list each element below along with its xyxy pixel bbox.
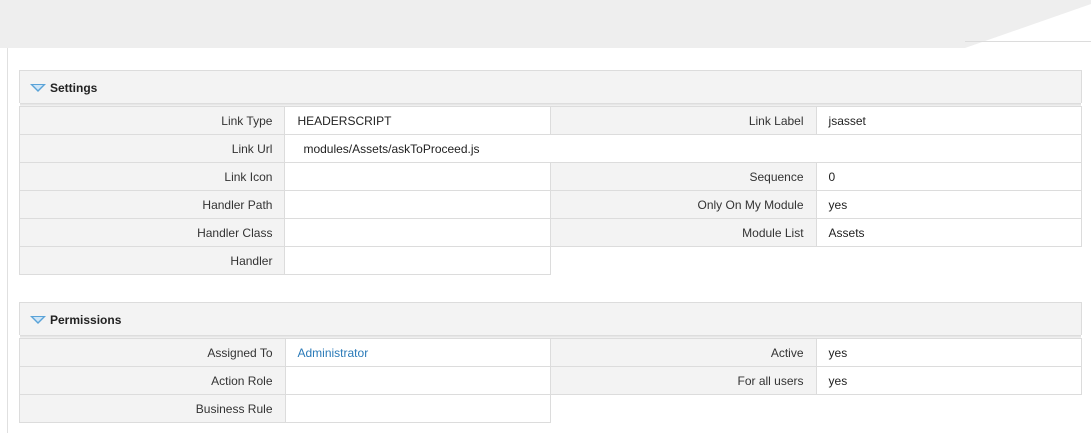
action-role-label: Action Role [19,366,286,395]
business-rule-label: Business Rule [19,394,286,423]
link-label-value: jsasset [815,106,1083,135]
settings-header[interactable]: Settings [19,70,1082,106]
sequence-value: 0 [815,162,1083,191]
for-all-users-label: For all users [550,366,817,395]
module-list-label: Module List [550,218,817,247]
table-row: Handler Class Module List Assets [18,218,1083,247]
permissions-title: Permissions [50,313,122,327]
top-divider [965,41,1091,42]
table-row: Assigned To Administrator Active yes [19,338,1083,367]
link-type-label: Link Type [18,106,286,135]
only-on-my-module-label: Only On My Module [550,190,817,219]
sequence-label: Sequence [550,162,817,191]
action-role-value [284,366,552,395]
top-banner [0,0,1091,48]
empty-cell [551,247,816,275]
left-border [7,48,8,433]
settings-table: Link Type HEADERSCRIPT Link Label jsasse… [18,106,1083,275]
link-url-value: modules/Assets/askToProceed.js [284,134,1082,163]
link-icon-value [284,162,552,191]
permissions-table: Assigned To Administrator Active yes Act… [19,338,1083,423]
business-rule-value [284,394,552,423]
settings-block: Settings Link Type HEADERSCRIPT Link Lab… [18,70,1083,275]
link-url-label: Link Url [18,134,286,163]
handler-value [284,246,552,275]
empty-cell [816,247,1081,275]
table-row: Handler Path Only On My Module yes [18,190,1083,219]
table-row: Link Type HEADERSCRIPT Link Label jsasse… [18,106,1083,135]
table-row: Business Rule [19,394,1082,423]
table-row: Action Role For all users yes [19,366,1083,395]
active-value: yes [815,338,1083,367]
only-on-my-module-value: yes [815,190,1083,219]
assigned-to-link[interactable]: Administrator [298,346,369,360]
link-label-label: Link Label [550,106,817,135]
empty-cell [551,395,816,423]
handler-path-label: Handler Path [18,190,286,219]
collapse-triangle-icon[interactable] [30,84,46,92]
link-icon-label: Link Icon [18,162,286,191]
handler-class-label: Handler Class [18,218,286,247]
table-row: Link Url modules/Assets/askToProceed.js [18,134,1082,163]
handler-path-value [284,190,552,219]
assigned-to-label: Assigned To [19,338,286,367]
collapse-triangle-icon[interactable] [30,316,46,324]
for-all-users-value: yes [815,366,1083,395]
assigned-to-value: Administrator [284,338,552,367]
table-row: Handler [18,246,1082,275]
handler-class-value [284,218,552,247]
table-row: Link Icon Sequence 0 [18,162,1083,191]
settings-title: Settings [50,81,98,95]
empty-cell [816,395,1081,423]
link-type-value: HEADERSCRIPT [284,106,552,135]
permissions-block: Permissions Assigned To Administrator Ac… [19,302,1083,423]
active-label: Active [550,338,817,367]
handler-label: Handler [18,246,286,275]
module-list-value: Assets [815,218,1083,247]
permissions-header[interactable]: Permissions [19,302,1082,338]
